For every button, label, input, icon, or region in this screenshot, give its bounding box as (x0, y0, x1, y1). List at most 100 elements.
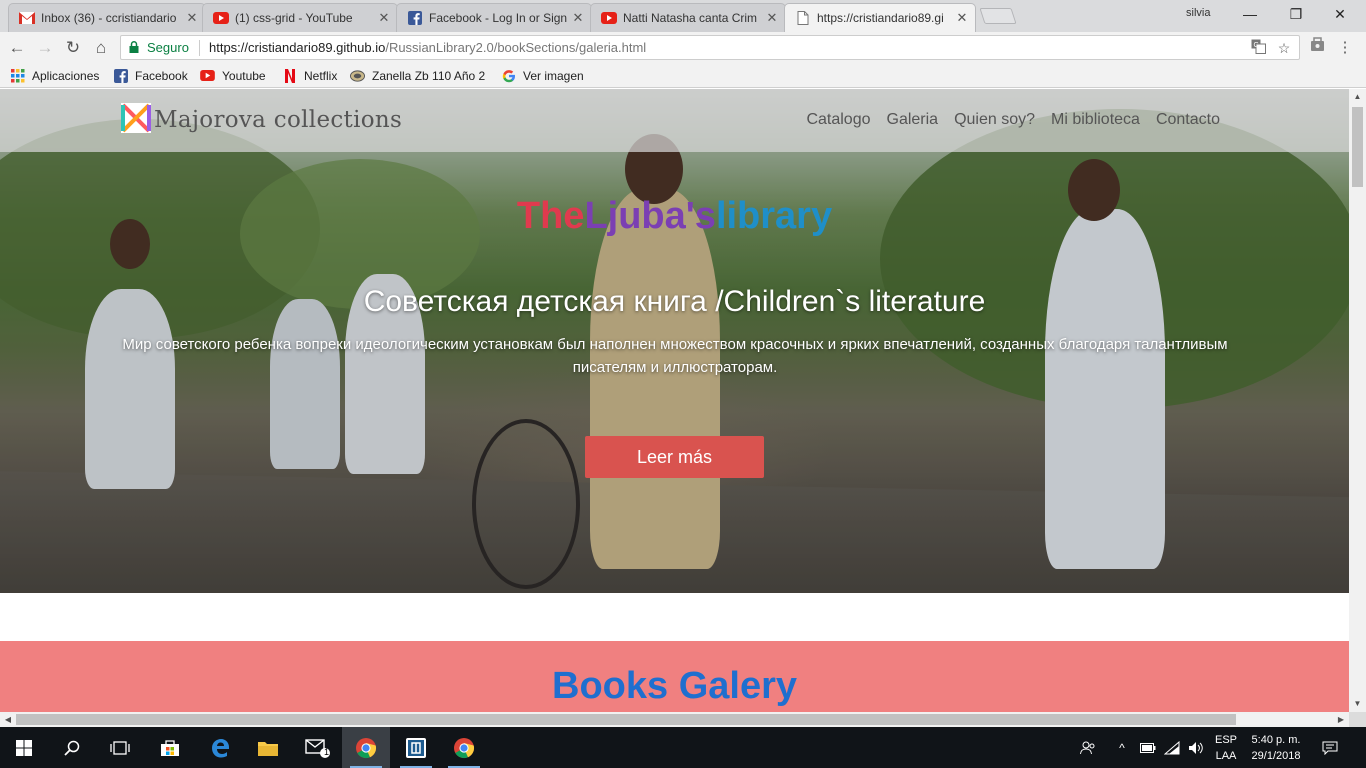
nav-link-contacto[interactable]: Contacto (1156, 111, 1220, 129)
gmail-icon (19, 10, 35, 26)
bookmark-star-icon[interactable]: ☆ (1275, 39, 1293, 57)
home-icon[interactable]: ⌂ (90, 37, 112, 59)
restore-icon[interactable]: ❐ (1282, 3, 1310, 25)
chevron-up-icon[interactable]: ^ (1114, 727, 1130, 768)
leer-mas-button[interactable]: Leer más (585, 436, 764, 478)
battery-icon[interactable] (1138, 727, 1158, 768)
site-navbar: Majorova collections Catalogo Galeria Qu… (0, 89, 1349, 152)
tab-close-icon[interactable]: ✕ (765, 10, 779, 26)
hero-section: Majorova collections Catalogo Galeria Qu… (0, 89, 1349, 593)
url-host: https://cristiandario89.github.io (209, 40, 386, 55)
youtube-icon (213, 10, 229, 26)
chrome-icon[interactable] (342, 727, 390, 768)
scroll-left-icon[interactable]: ◀ (0, 712, 16, 727)
tab-title: Natti Natasha canta Crim (623, 11, 758, 25)
new-tab-button[interactable] (979, 8, 1017, 24)
nav-link-galeria[interactable]: Galeria (887, 111, 939, 129)
clock-date: 29/1/2018 (1251, 750, 1301, 762)
scroll-up-icon[interactable]: ▲ (1349, 89, 1366, 105)
windows-taskbar: 1 ^ ESP LAA 5:40 p. m. 29/1/2018 (0, 727, 1366, 768)
tab-youtube-css-grid[interactable]: (1) css-grid - YouTube ✕ (202, 3, 398, 32)
windows-start-icon[interactable] (0, 727, 48, 768)
tab-title: Facebook - Log In or Sign Up (429, 11, 567, 25)
tab-gmail[interactable]: Inbox (36) - ccristiandario ✕ (8, 3, 206, 32)
brand-logo-icon[interactable] (121, 103, 151, 133)
task-view-icon[interactable] (96, 727, 144, 768)
code-editor-icon[interactable] (392, 727, 440, 768)
nav-link-quien-soy[interactable]: Quien soy? (954, 111, 1035, 129)
bookmark-label: Youtube (222, 68, 266, 83)
menu-kebab-icon[interactable]: ⋮ (1334, 37, 1356, 59)
tab-active-galeria[interactable]: https://cristiandario89.gi ✕ (784, 3, 976, 32)
mail-icon[interactable]: 1 (294, 727, 342, 768)
translate-icon[interactable]: G (1249, 39, 1267, 57)
lock-icon[interactable] (129, 41, 139, 53)
tab-close-icon[interactable]: ✕ (377, 10, 391, 26)
scrollbar-corner (1349, 712, 1366, 727)
chrome-icon[interactable] (440, 727, 488, 768)
bookmark-label: Facebook (135, 68, 188, 83)
bookmark-youtube[interactable]: Youtube (200, 68, 266, 83)
scroll-down-icon[interactable]: ▼ (1349, 696, 1366, 712)
language-code: ESP (1214, 734, 1237, 746)
svg-text:G: G (1253, 42, 1258, 49)
bookmarks-bar: Aplicaciones Facebook Youtube Netflix Za… (0, 64, 1366, 88)
store-icon[interactable] (146, 727, 194, 768)
keyboard-layout: LAA (1215, 750, 1237, 762)
tab-youtube-natti[interactable]: Natti Natasha canta Crim ✕ (590, 3, 786, 32)
secure-label: Seguro (147, 40, 189, 55)
people-icon[interactable] (1078, 727, 1098, 768)
tab-title: Inbox (36) - ccristiandario (41, 11, 177, 25)
language-indicator[interactable]: ESP LAA (1210, 732, 1242, 764)
youtube-icon (200, 68, 215, 83)
url-text[interactable]: https://cristiandario89.github.io/Russia… (209, 40, 646, 55)
search-icon[interactable] (48, 727, 96, 768)
minimize-icon[interactable]: — (1236, 3, 1264, 25)
gallery-title: Books Galery (552, 665, 797, 707)
vertical-scroll-thumb[interactable] (1352, 107, 1363, 187)
page-viewport: Majorova collections Catalogo Galeria Qu… (0, 89, 1349, 712)
brand-name[interactable]: Majorova collections (154, 107, 402, 133)
horizontal-scrollbar[interactable]: ◀ ▶ (0, 712, 1349, 727)
url-path: /RussianLibrary2.0/bookSections/galeria.… (385, 40, 647, 55)
apps-grid-icon (10, 68, 25, 83)
vertical-scrollbar[interactable]: ▲ ▼ (1349, 89, 1366, 712)
nav-link-catalogo[interactable]: Catalogo (806, 111, 870, 129)
hero-title-part: library (715, 195, 833, 237)
site-nav: Catalogo Galeria Quien soy? Mi bibliotec… (806, 111, 1220, 129)
bookmark-facebook[interactable]: Facebook (113, 68, 188, 83)
system-clock[interactable]: 5:40 p. m. 29/1/2018 (1246, 732, 1306, 764)
bookmark-label: Ver imagen (523, 68, 584, 83)
tab-title: (1) css-grid - YouTube (235, 11, 353, 25)
edge-icon[interactable] (196, 727, 244, 768)
address-bar[interactable]: Seguro https://cristiandario89.github.io… (120, 35, 1300, 60)
reload-icon[interactable]: ↻ (62, 37, 84, 59)
bookmark-zanella[interactable]: Zanella Zb 110 Año 2 (350, 68, 485, 83)
notifications-icon[interactable] (1318, 727, 1342, 768)
tab-close-icon[interactable]: ✕ (955, 10, 969, 26)
wifi-icon[interactable] (1162, 727, 1182, 768)
extension-icon[interactable] (1306, 37, 1328, 59)
hero-title-part: The (516, 195, 585, 237)
tab-close-icon[interactable]: ✕ (571, 10, 585, 26)
window-close-icon[interactable]: ✕ (1326, 3, 1354, 25)
horizontal-scroll-thumb[interactable] (16, 714, 1236, 725)
volume-icon[interactable] (1186, 727, 1206, 768)
back-icon[interactable]: ← (6, 37, 28, 59)
tab-facebook[interactable]: Facebook - Log In or Sign Up ✕ (396, 3, 592, 32)
nav-link-mi-biblioteca[interactable]: Mi biblioteca (1051, 111, 1140, 129)
scroll-right-icon[interactable]: ▶ (1333, 712, 1349, 727)
omnibox-divider (199, 40, 200, 56)
bookmark-label: Netflix (304, 68, 338, 83)
file-explorer-icon[interactable] (244, 727, 292, 768)
facebook-icon (407, 10, 423, 26)
facebook-icon (113, 68, 128, 83)
bookmark-apps[interactable]: Aplicaciones (10, 68, 99, 83)
page-icon (795, 10, 811, 26)
netflix-icon (282, 68, 297, 83)
profile-name[interactable]: silvia (1186, 7, 1210, 19)
bookmark-ver-imagen[interactable]: Ver imagen (501, 68, 584, 83)
bookmark-netflix[interactable]: Netflix (282, 68, 337, 83)
tab-close-icon[interactable]: ✕ (185, 10, 199, 26)
forward-icon[interactable]: → (34, 37, 56, 59)
